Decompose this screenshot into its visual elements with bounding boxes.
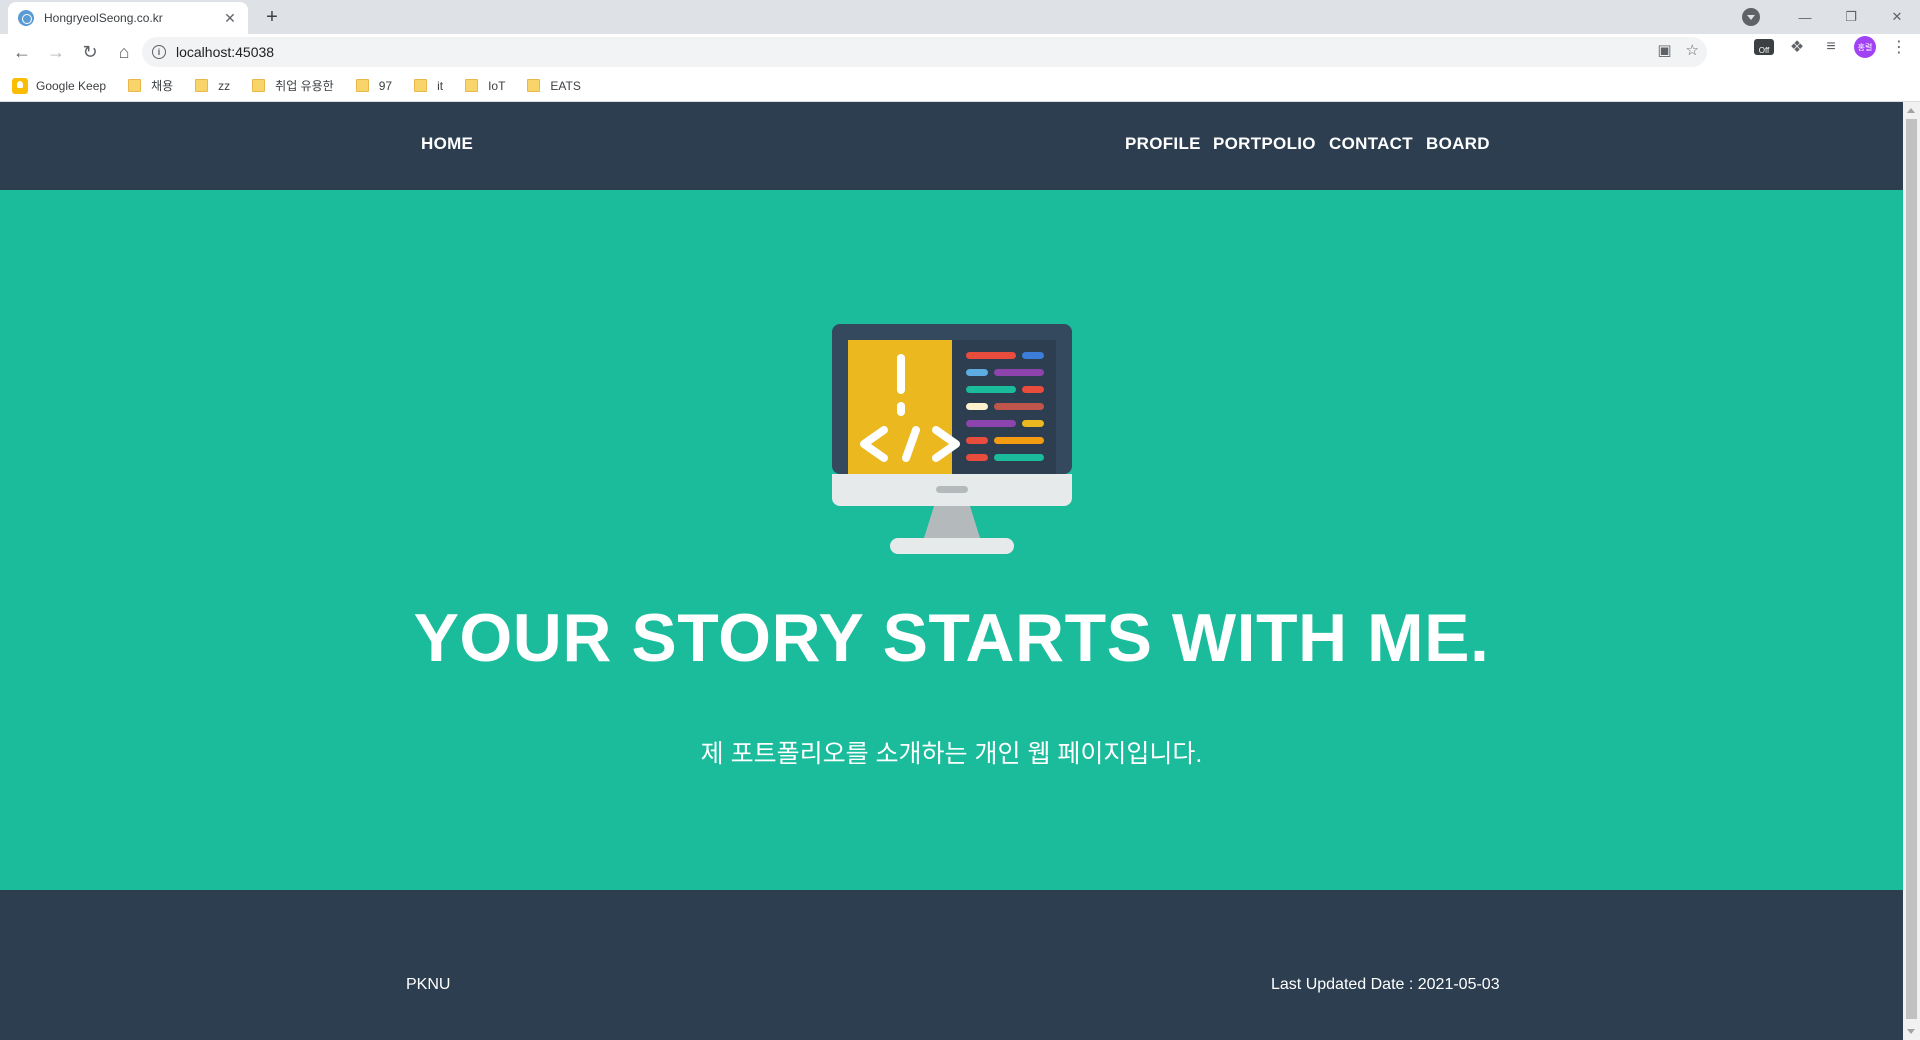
browser-toolbar: ← → ↻ ⌂ i localhost:45038 ▣ ☆ Off ❖ ≡ 홍렬…	[0, 34, 1920, 70]
bookmark-folder[interactable]: it	[414, 79, 443, 93]
nav-home-link[interactable]: HOME	[421, 134, 473, 154]
folder-icon	[252, 79, 266, 92]
tab-close-icon[interactable]: ✕	[222, 10, 238, 27]
bookmark-label: 97	[378, 78, 393, 93]
tab-search-icon[interactable]	[1742, 8, 1760, 26]
forward-icon[interactable]: →	[40, 36, 72, 68]
bookmark-label: zz	[218, 78, 231, 93]
bookmark-label: 취업 유용한	[275, 79, 334, 93]
scrollbar-thumb[interactable]	[1906, 119, 1917, 1019]
bookmark-folder[interactable]: EATS	[527, 78, 581, 93]
url-text[interactable]: localhost:45038	[176, 44, 274, 60]
hero-section: YOUR STORY STARTS WITH ME. 제 포트폴리오를 소개하는…	[0, 190, 1903, 890]
extensions-area: Off ❖ ≡ 홍렬 ⋮	[1754, 36, 1910, 58]
home-icon[interactable]: ⌂	[108, 36, 140, 68]
folder-icon	[195, 79, 209, 92]
bookmark-label: IoT	[488, 78, 506, 93]
nav-board-link[interactable]: BOARD	[1426, 134, 1490, 154]
bookmark-label: it	[437, 78, 444, 93]
translate-icon[interactable]: ▣	[1657, 41, 1671, 59]
bookmark-folder[interactable]: 채용	[128, 77, 173, 94]
site-footer: PKNU Last Updated Date : 2021-05-03	[0, 890, 1903, 1040]
menu-dots-icon[interactable]: ⋮	[1888, 37, 1910, 57]
globe-icon	[18, 10, 34, 26]
bookmark-folder[interactable]: 97	[355, 78, 393, 93]
bookmark-folder[interactable]: zz	[195, 79, 230, 93]
scroll-down-icon[interactable]	[1907, 1029, 1915, 1034]
folder-icon	[465, 79, 479, 92]
bookmark-label: Google Keep	[36, 78, 107, 93]
monitor-code-icon	[832, 324, 1072, 554]
folder-icon	[128, 79, 142, 92]
puzzle-icon[interactable]: ❖	[1786, 37, 1808, 57]
hero-title: YOUR STORY STARTS WITH ME.	[413, 600, 1490, 676]
reading-list-icon[interactable]: ≡	[1820, 38, 1842, 56]
info-icon[interactable]: i	[152, 45, 166, 59]
restore-button[interactable]: ❐	[1828, 9, 1874, 25]
back-icon[interactable]: ←	[6, 36, 38, 68]
page-scrollbar[interactable]	[1903, 102, 1920, 1040]
tab-title: HongryeolSeong.co.kr	[44, 11, 163, 25]
bookmark-item[interactable]: Google Keep	[12, 77, 107, 94]
page-viewport: HOME PROFILE PORTPOLIO CONTACT BOARD YOU…	[0, 102, 1920, 1040]
bookmarks-bar: Google Keep 채용 zz 취업 유용한 97 it IoT EATS	[0, 70, 1920, 102]
bookmark-folder[interactable]: IoT	[465, 79, 505, 93]
extension-off-icon[interactable]: Off	[1754, 39, 1774, 55]
folder-icon	[414, 79, 428, 92]
keep-icon	[12, 77, 28, 94]
nav-portfolio-link[interactable]: PORTPOLIO	[1213, 134, 1316, 154]
footer-org-text: PKNU	[406, 976, 451, 993]
bookmark-label: 채용	[151, 79, 174, 93]
footer-updated-date: Last Updated Date : 2021-05-03	[1271, 976, 1500, 993]
new-tab-button[interactable]: +	[260, 5, 284, 29]
hero-subtitle: 제 포트폴리오를 소개하는 개인 웹 페이지입니다.	[700, 740, 1203, 768]
avatar[interactable]: 홍렬	[1854, 36, 1876, 58]
address-bar[interactable]: i localhost:45038 ▣ ☆	[142, 37, 1707, 67]
nav-contact-link[interactable]: CONTACT	[1329, 134, 1413, 154]
folder-icon	[355, 79, 369, 92]
browser-tab[interactable]: HongryeolSeong.co.kr ✕	[8, 2, 248, 34]
close-window-button[interactable]: ✕	[1874, 9, 1920, 25]
site-navbar: HOME PROFILE PORTPOLIO CONTACT BOARD	[0, 102, 1903, 190]
minimize-button[interactable]: —	[1782, 10, 1828, 25]
reload-icon[interactable]: ↻	[74, 36, 106, 68]
folder-icon	[527, 79, 541, 92]
nav-profile-link[interactable]: PROFILE	[1125, 134, 1201, 154]
window-controls: — ❐ ✕	[1742, 0, 1920, 34]
bookmark-star-icon[interactable]: ☆	[1686, 41, 1699, 59]
bookmark-folder[interactable]: 취업 유용한	[252, 77, 334, 94]
browser-tabstrip: HongryeolSeong.co.kr ✕ + — ❐ ✕	[0, 0, 1920, 34]
scroll-up-icon[interactable]	[1907, 108, 1915, 113]
bookmark-label: EATS	[550, 78, 581, 93]
